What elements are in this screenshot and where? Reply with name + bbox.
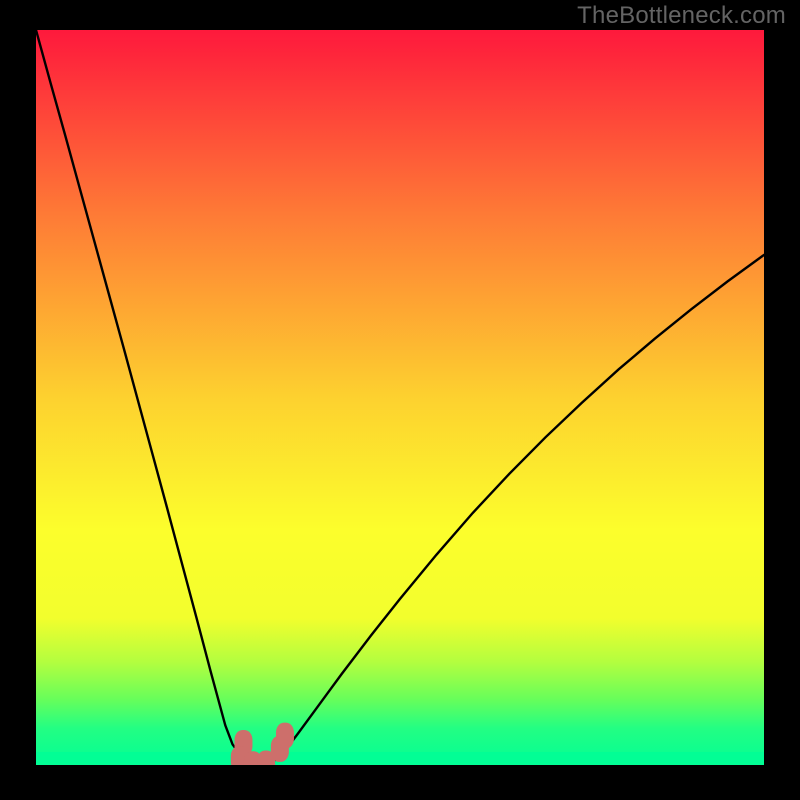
marker-dot — [276, 723, 294, 749]
chart-frame: { "watermark": "TheBottleneck.com", "col… — [0, 0, 800, 800]
watermark-text: TheBottleneck.com — [577, 2, 786, 30]
green-floor — [36, 752, 764, 765]
gradient-background — [36, 30, 764, 765]
bottleneck-chart — [0, 0, 800, 800]
